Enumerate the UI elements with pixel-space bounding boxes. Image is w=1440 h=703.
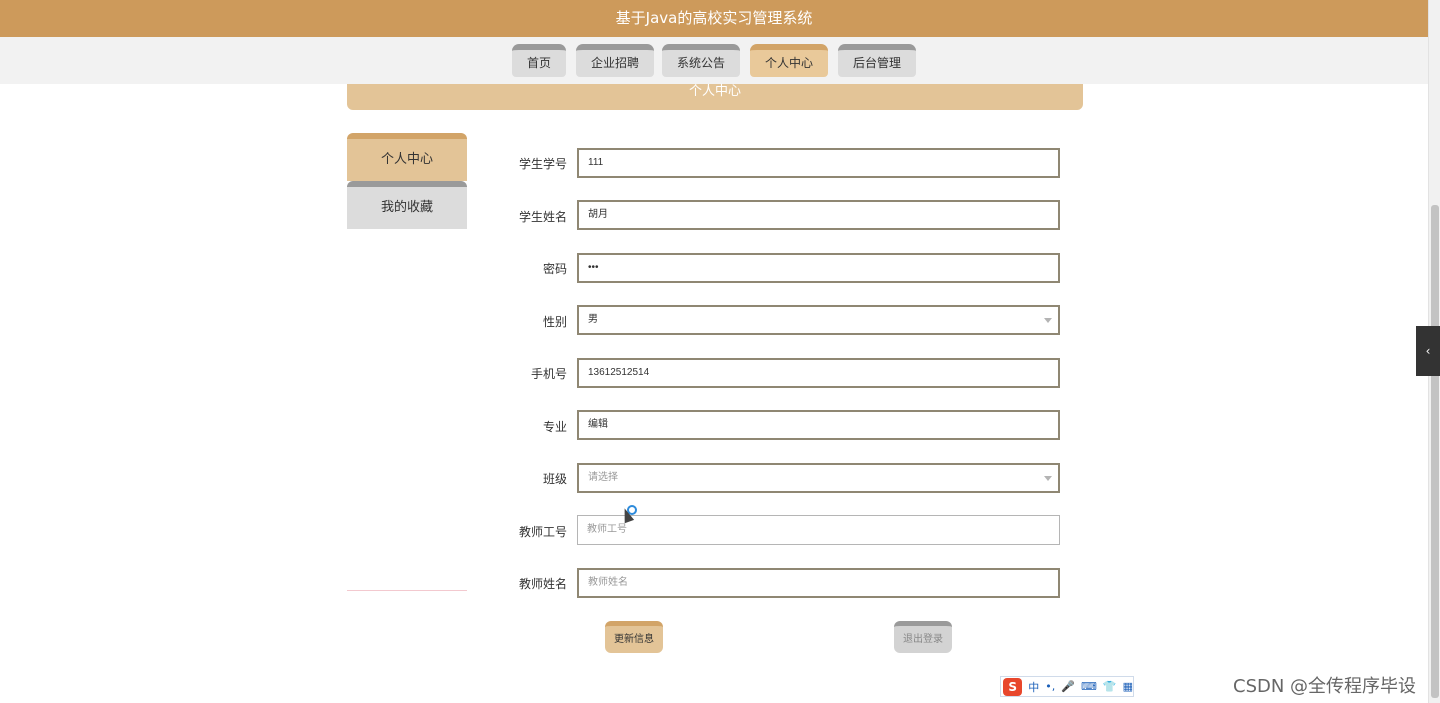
nav-item-home[interactable]: 首页 — [512, 44, 566, 77]
class-select[interactable]: 请选择 — [577, 463, 1060, 493]
password-label: 密码 — [542, 262, 567, 276]
punctuation-icon[interactable]: •, — [1045, 680, 1055, 693]
teacher-id-input[interactable]: 教师工号 — [577, 515, 1060, 545]
student-name-label: 学生姓名 — [518, 210, 567, 224]
class-placeholder: 请选择 — [588, 472, 618, 483]
nav-item-personal-center[interactable]: 个人中心 — [750, 44, 828, 77]
update-info-button[interactable]: 更新信息 — [605, 621, 663, 653]
student-name-value: 胡月 — [588, 209, 608, 220]
phone-label: 手机号 — [530, 367, 567, 381]
teacher-name-input[interactable]: 教师姓名 — [577, 568, 1060, 598]
microphone-icon[interactable]: 🎤 — [1061, 680, 1075, 693]
keyboard-icon[interactable]: ⌨ — [1081, 680, 1097, 693]
gender-value: 男 — [588, 314, 598, 325]
chevron-left-icon[interactable]: ‹ — [1416, 326, 1440, 376]
page-title: 个人中心 — [347, 84, 1083, 110]
sidebar-item-favorites[interactable]: 我的收藏 — [347, 181, 467, 229]
sidebar-item-personal-center[interactable]: 个人中心 — [347, 133, 467, 181]
app-title: 基于Java的高校实习管理系统 — [615, 9, 813, 27]
student-id-value: 111 — [588, 157, 604, 168]
ime-toolbar[interactable]: S 中 •, 🎤 ⌨ 👕 ▦ — [1000, 676, 1134, 697]
password-value: ••• — [588, 262, 599, 273]
student-id-label: 学生学号 — [518, 157, 567, 171]
chevron-down-icon — [1044, 318, 1052, 323]
student-id-input[interactable]: 111 — [577, 148, 1060, 178]
phone-value: 13612512514 — [588, 367, 650, 378]
nav-item-admin[interactable]: 后台管理 — [838, 44, 916, 77]
sogou-logo-icon: S — [1003, 677, 1023, 696]
logout-button[interactable]: 退出登录 — [894, 621, 952, 653]
scrollbar-thumb[interactable] — [1431, 205, 1439, 698]
teacher-id-label: 教师工号 — [518, 525, 567, 539]
chevron-down-icon — [1044, 476, 1052, 481]
sidebar-divider — [347, 590, 467, 591]
nav-item-announcements[interactable]: 系统公告 — [662, 44, 740, 77]
teacher-id-placeholder: 教师工号 — [587, 524, 627, 535]
gender-select[interactable]: 男 — [577, 305, 1060, 335]
major-value: 编辑 — [588, 419, 608, 430]
gender-label: 性别 — [542, 315, 567, 329]
watermark-text: CSDN @全传程序毕设 — [1233, 676, 1417, 697]
phone-input[interactable]: 13612512514 — [577, 358, 1060, 388]
major-input[interactable]: 编辑 — [577, 410, 1060, 440]
main-nav: 首页 企业招聘 系统公告 个人中心 后台管理 — [0, 37, 1428, 84]
class-label: 班级 — [542, 472, 567, 486]
teacher-name-label: 教师姓名 — [518, 577, 567, 591]
header-bar: 基于Java的高校实习管理系统 — [0, 0, 1428, 37]
teacher-name-placeholder: 教师姓名 — [588, 577, 628, 588]
student-name-input[interactable]: 胡月 — [577, 200, 1060, 230]
toolbox-grid-icon[interactable]: ▦ — [1123, 680, 1133, 693]
password-input[interactable]: ••• — [577, 253, 1060, 283]
nav-item-recruitment[interactable]: 企业招聘 — [576, 44, 654, 77]
skin-shirt-icon[interactable]: 👕 — [1103, 680, 1117, 693]
ime-mode-indicator[interactable]: 中 — [1028, 679, 1039, 695]
major-label: 专业 — [542, 420, 567, 434]
